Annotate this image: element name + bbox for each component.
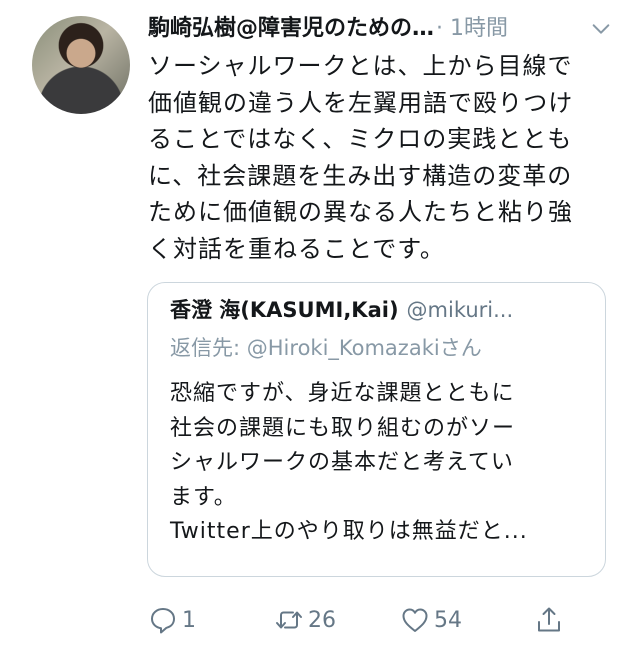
chevron-down-icon[interactable] [590, 18, 612, 40]
author-name[interactable]: 駒崎弘樹@障害児のための… [148, 14, 434, 44]
reply-suffix: さん [439, 336, 482, 360]
speech-bubble-icon [151, 608, 175, 634]
timestamp[interactable]: · 1時間 [436, 14, 508, 44]
tweet-text-line: に、社会課題を生み出す構造の変革の [148, 161, 573, 190]
share-icon [538, 607, 560, 632]
quoted-tweet-header: 香澄 海(KASUMI,Kai) @mikuri... [170, 293, 591, 327]
reply-context: 返信先: @Hiroki_Komazakiさん [170, 329, 591, 367]
tweet-header: 駒崎弘樹@障害児のための… · 1時間 [148, 12, 618, 46]
reply-mention-link[interactable]: @Hiroki_Komazaki [247, 336, 440, 360]
reply-button[interactable]: 1 [148, 600, 196, 640]
retweet-icon [276, 611, 302, 629]
quoted-text-line: 社会の課題にも取り組むのがソー [170, 415, 516, 441]
reply-count: 1 [182, 607, 196, 633]
quoted-tweet-text: 恐縮ですが、身近な課題とともに 社会の課題にも取り組むのがソー シャルワークの基… [170, 377, 591, 550]
retweet-count: 26 [308, 607, 336, 633]
quoted-text-line: シャルワークの基本だと考えてい [170, 450, 514, 475]
tweet-text-line: ることではなく、ミクロの実践ととも [148, 125, 573, 154]
heart-icon [402, 608, 428, 632]
like-button[interactable]: 54 [400, 600, 462, 640]
quoted-author-handle: @mikuri... [406, 298, 514, 322]
share-button[interactable] [534, 600, 564, 640]
quoted-text-line: Twitter上のやり取りは無益だと... [170, 519, 528, 544]
quoted-tweet[interactable]: 香澄 海(KASUMI,Kai) @mikuri... 返信先: @Hiroki_… [147, 282, 606, 577]
tweet-text-line: 価値観の違う人を左翼用語で殴りつけ [148, 88, 574, 117]
tweet-text-line: ソーシャルワークとは、上から目線で [148, 52, 573, 80]
quoted-text-line: ます。 [170, 484, 237, 510]
like-count: 54 [434, 607, 462, 633]
reply-prefix: 返信先: [170, 336, 247, 360]
retweet-button[interactable]: 26 [274, 600, 336, 640]
tweet-text-line: く対話を重ねることです。 [148, 234, 445, 263]
avatar[interactable] [32, 16, 130, 114]
quoted-author-name: 香澄 海(KASUMI,Kai) [170, 298, 399, 322]
action-bar: 1 26 54 [148, 600, 588, 640]
quoted-text-line: 恐縮ですが、身近な課題とともに [170, 381, 515, 406]
tweet-text-line: ために価値観の異なる人たちと粘り強 [148, 198, 573, 227]
tweet-text: ソーシャルワークとは、上から目線で 価値観の違う人を左翼用語で殴りつけ ることで… [148, 48, 618, 268]
